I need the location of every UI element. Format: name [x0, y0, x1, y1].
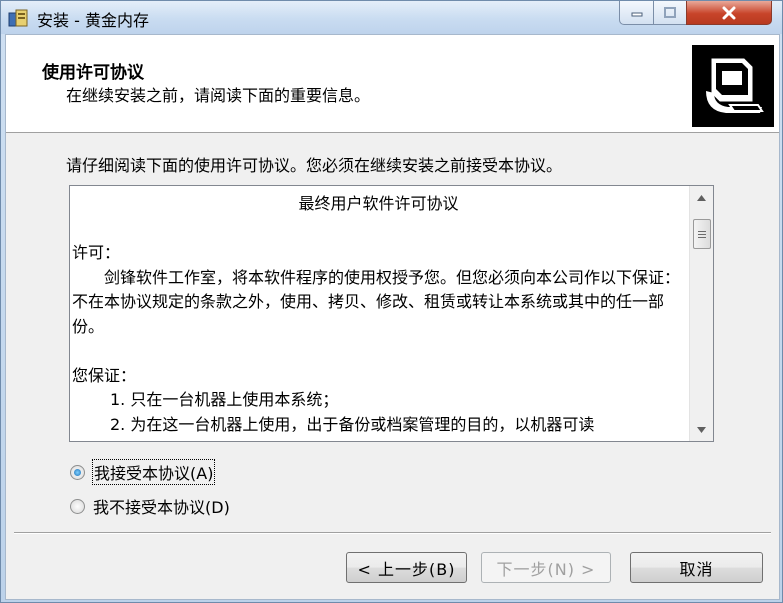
read-license-prompt: 请仔细阅读下面的使用许可协议。您必须在继续安装之前接受本协议。 [66, 156, 563, 175]
installer-window: 安装 - 黄金内存 使用许可协议 在继续安装之前，请阅读下面的重要信息。 请仔细… [0, 0, 783, 603]
license-list-item: 2. 为在这一台机器上使用，出于备份或档案管理的目的，以机器可读 [110, 414, 595, 434]
scroll-up-icon [697, 195, 706, 201]
license-list-item: 1. 只在一台机器上使用本系统； [110, 390, 339, 409]
scroll-thumb[interactable] [693, 219, 711, 249]
decline-option[interactable]: 我不接受本协议(D) [70, 494, 230, 518]
page-subtitle: 在继续安装之前，请阅读下面的重要信息。 [66, 86, 371, 105]
scroll-down-icon [697, 427, 706, 433]
minimize-icon [631, 12, 642, 16]
accept-label[interactable]: 我接受本协议(A) [91, 459, 216, 485]
decline-radio[interactable] [70, 498, 85, 514]
vertical-scrollbar[interactable] [689, 186, 713, 441]
accept-radio[interactable] [70, 464, 85, 480]
wizard-header: 使用许可协议 在继续安装之前，请阅读下面的重要信息。 [6, 35, 779, 133]
minimize-button[interactable] [619, 1, 654, 25]
scroll-down-button[interactable] [690, 420, 713, 440]
accept-option[interactable]: 我接受本协议(A) [70, 459, 216, 485]
license-section-title: 许可： [72, 243, 121, 262]
close-button[interactable] [686, 1, 772, 25]
page-title: 使用许可协议 [42, 63, 144, 83]
license-text: 最终用户软件许可协议 许可： 剑锋软件工作室，将本软件程序的使用权授予您。但您必… [72, 192, 685, 437]
license-paragraph: 剑锋软件工作室，将本软件程序的使用权授予您。但您必须向本公司作以下保证：不在本协… [72, 267, 681, 336]
computer-installer-icon [692, 45, 774, 127]
title-bar[interactable]: 安装 - 黄金内存 [1, 1, 782, 34]
license-heading: 最终用户软件许可协议 [298, 194, 459, 213]
cancel-button[interactable]: 取消 [630, 552, 763, 583]
close-icon [722, 6, 736, 19]
scroll-up-button[interactable] [690, 188, 713, 208]
license-textbox[interactable]: 最终用户软件许可协议 许可： 剑锋软件工作室，将本软件程序的使用权授予您。但您必… [69, 185, 714, 442]
decline-label[interactable]: 我不接受本协议(D) [93, 494, 230, 518]
maximize-icon [664, 6, 676, 18]
license-section-title: 您保证： [72, 365, 137, 385]
back-button[interactable]: < 上一步(B) [346, 552, 467, 583]
wizard-body: 使用许可协议 在继续安装之前，请阅读下面的重要信息。 请仔细阅读下面的使用许可协… [5, 34, 780, 600]
footer-divider [14, 532, 771, 534]
installer-app-icon [8, 9, 28, 27]
window-title: 安装 - 黄金内存 [37, 11, 149, 30]
next-button[interactable]: 下一步(N) > [481, 552, 611, 583]
maximize-button[interactable] [653, 1, 687, 25]
